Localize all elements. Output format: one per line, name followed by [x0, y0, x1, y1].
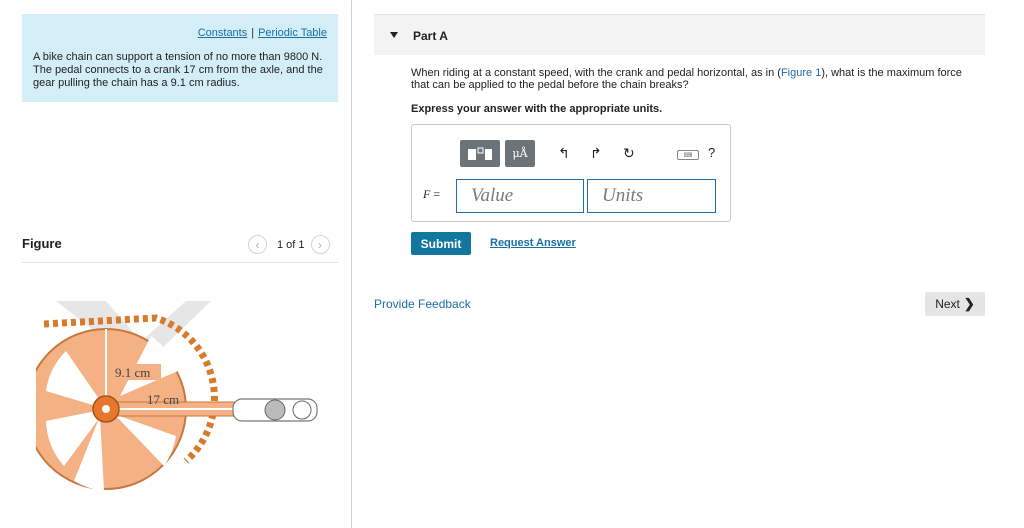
gear-diagram: 9.1 cm 17 cm — [25, 301, 318, 491]
prev-figure-button[interactable]: ‹ — [248, 235, 267, 254]
crank-length-label: 17 cm — [147, 392, 179, 407]
link-separator: | — [251, 27, 255, 39]
redo-icon[interactable]: ↱ — [590, 146, 602, 160]
next-button[interactable]: Next ❯ — [925, 292, 985, 316]
units-button[interactable]: μÅ — [505, 140, 535, 167]
periodic-table-link[interactable]: Periodic Table — [258, 27, 327, 39]
figure-pager: ‹ 1 of 1 › — [248, 235, 330, 254]
undo-icon[interactable]: ↰ — [558, 146, 570, 160]
left-panel: Constants | Periodic Table A bike chain ca… — [0, 0, 352, 528]
problem-text: A bike chain can support a tension of no… — [33, 51, 323, 89]
figure-title: Figure — [22, 236, 62, 251]
figure-page-count: 1 of 1 — [277, 238, 305, 251]
variable-label: F = — [423, 187, 441, 201]
bike-gear-figure: 9.1 cm 17 cm — [25, 296, 336, 501]
part-label: Part A — [413, 29, 448, 43]
instructions: Express your answer with the appropriate… — [411, 103, 663, 115]
request-answer-link[interactable]: Request Answer — [490, 237, 576, 249]
template-grid-icon — [468, 147, 492, 160]
figure-link[interactable]: Figure 1 — [781, 67, 821, 79]
collapse-triangle-icon[interactable] — [390, 32, 398, 38]
figure-divider — [22, 262, 338, 263]
answer-box: μÅ ↰ ↱ ↻ ⌨ ? F = — [411, 124, 731, 222]
reset-icon[interactable]: ↻ — [623, 146, 635, 160]
value-input[interactable] — [456, 179, 584, 213]
right-panel: Part A When riding at a constant speed, … — [352, 0, 1024, 528]
templates-button[interactable] — [460, 140, 500, 167]
question-text: When riding at a constant speed, with th… — [411, 67, 962, 91]
gear-radius-label: 9.1 cm — [115, 365, 150, 380]
keyboard-icon[interactable]: ⌨ — [677, 150, 699, 160]
submit-button[interactable]: Submit — [411, 232, 471, 255]
problem-statement: Constants | Periodic Table A bike chain ca… — [22, 14, 338, 102]
part-header[interactable]: Part A — [374, 15, 985, 55]
help-icon[interactable]: ? — [708, 146, 715, 160]
units-input[interactable] — [587, 179, 716, 213]
resource-links: Constants | Periodic Table — [198, 27, 327, 39]
next-figure-button[interactable]: › — [310, 235, 330, 254]
provide-feedback-link[interactable]: Provide Feedback — [374, 297, 471, 311]
constants-link[interactable]: Constants — [198, 27, 248, 39]
chevron-right-icon: ❯ — [963, 296, 975, 311]
